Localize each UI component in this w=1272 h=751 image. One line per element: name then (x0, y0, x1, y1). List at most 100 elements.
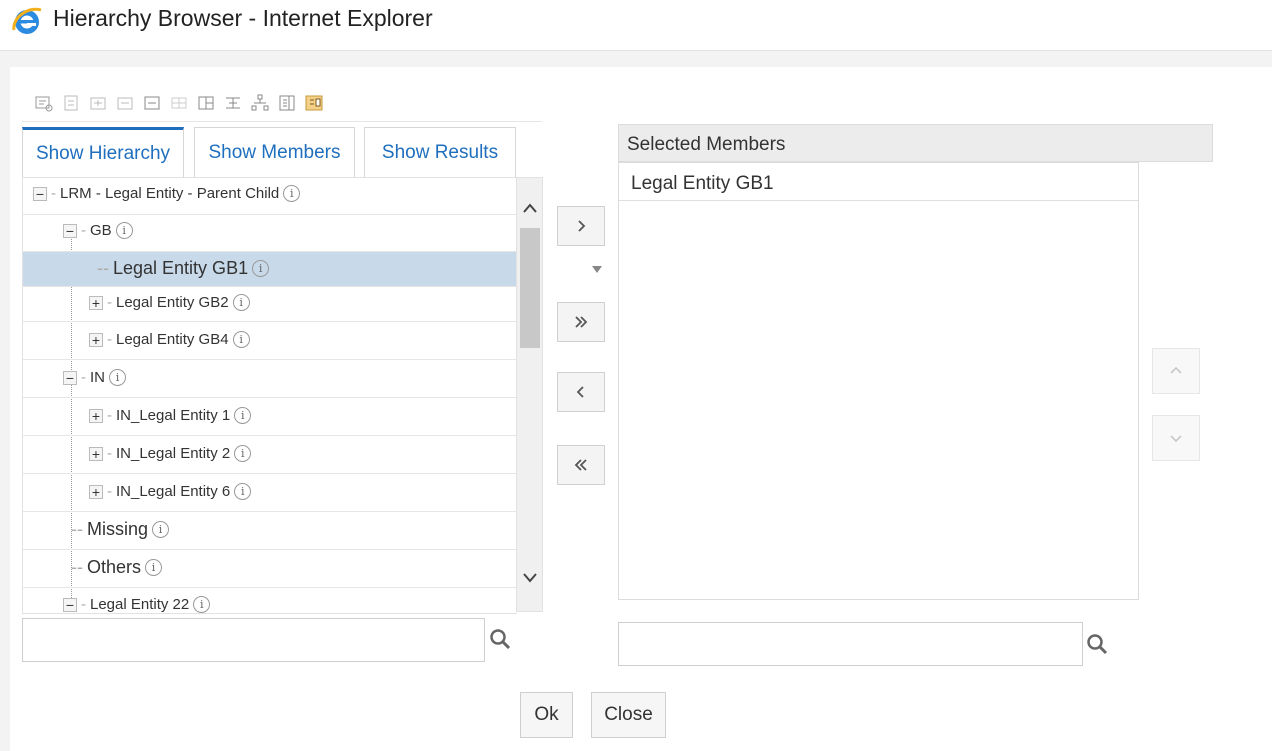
grid-icon[interactable] (169, 93, 189, 113)
move-up-button[interactable] (1152, 348, 1200, 394)
tree-connector: - (107, 407, 112, 424)
info-icon[interactable]: i (109, 369, 126, 386)
tree-scrollbar[interactable] (516, 177, 543, 612)
expand-toggle-icon[interactable]: + (89, 484, 103, 499)
info-icon[interactable]: i (232, 331, 250, 348)
chevron-left-icon (576, 386, 584, 398)
remove-all-button[interactable] (557, 445, 605, 485)
info-icon[interactable]: i (234, 483, 252, 500)
tree-node[interactable]: -- Legal Entity GB1 i (97, 258, 270, 279)
split-view-icon[interactable] (196, 93, 216, 113)
list-detail-icon[interactable] (277, 93, 297, 113)
tree-node-label: Missing (87, 519, 149, 539)
tree-node[interactable]: − - IN i (63, 369, 126, 386)
tree-connector: -- (71, 557, 83, 577)
tree-row[interactable]: − - LRM - Legal Entity - Parent Child i (23, 178, 517, 215)
info-icon[interactable]: i (115, 222, 133, 239)
tree-row[interactable]: -- Others i (23, 550, 517, 588)
info-icon[interactable]: i (283, 185, 301, 202)
search-icon[interactable] (488, 627, 512, 651)
tab-show-hierarchy[interactable]: Show Hierarchy (22, 127, 184, 177)
tree-node[interactable]: + - Legal Entity GB4 i (89, 331, 250, 348)
selected-members-header: Selected Members (618, 124, 1213, 162)
tree-row[interactable]: − - IN i (23, 360, 517, 398)
tree-node[interactable]: + - IN_Legal Entity 6 i (89, 483, 252, 500)
tree-connector: - (51, 185, 56, 202)
collapse-icon[interactable] (61, 93, 81, 113)
collapse-toggle-icon[interactable]: − (63, 223, 77, 238)
scroll-down-icon[interactable] (521, 568, 539, 586)
info-icon[interactable]: i (145, 559, 163, 576)
toolbar-separator (22, 121, 542, 122)
selected-search-input[interactable] (618, 622, 1083, 666)
tree-connector: -- (71, 519, 83, 539)
tree-row[interactable]: + - Legal Entity GB4 i (23, 322, 517, 360)
tree-row[interactable]: + - IN_Legal Entity 2 i (23, 436, 517, 474)
chevron-right-icon (578, 220, 586, 232)
info-icon[interactable]: i (152, 521, 170, 538)
hierarchy-search-input[interactable] (22, 618, 485, 662)
tree-connector: -- (97, 258, 109, 278)
tree-row[interactable]: − - Legal Entity 22 i (23, 588, 517, 613)
info-icon[interactable]: i (252, 260, 270, 277)
window-title: Hierarchy Browser - Internet Explorer (53, 5, 433, 31)
tree-node[interactable]: − - LRM - Legal Entity - Parent Child i (33, 185, 301, 202)
tree-node-label: LRM - Legal Entity - Parent Child (60, 185, 280, 202)
info-icon[interactable]: i (193, 596, 211, 613)
minus-box-icon[interactable] (142, 93, 162, 113)
info-icon[interactable]: i (234, 445, 252, 462)
ie-logo-icon (12, 7, 42, 34)
tree-node[interactable]: + - IN_Legal Entity 2 i (89, 445, 252, 462)
list-item[interactable]: Legal Entity GB1 (619, 163, 1138, 201)
tree-row-selected[interactable]: -- Legal Entity GB1 i (23, 252, 517, 287)
add-selected-button[interactable] (557, 206, 605, 246)
highlight-grid-icon[interactable] (304, 93, 324, 113)
tree-node-label: Others (87, 557, 142, 577)
ok-button[interactable]: Ok (520, 692, 573, 738)
expand-toggle-icon[interactable]: + (89, 332, 103, 347)
tree-row[interactable]: + - IN_Legal Entity 1 i (23, 398, 517, 436)
align-icon[interactable] (223, 93, 243, 113)
tree-node-label: Legal Entity 22 (90, 596, 190, 613)
tree-node[interactable]: -- Missing i (71, 519, 170, 540)
search-icon[interactable] (1085, 632, 1109, 656)
tree-structure-icon[interactable] (250, 93, 270, 113)
remove-selected-button[interactable] (557, 372, 605, 412)
add-all-button[interactable] (557, 302, 605, 342)
tree-node-label: IN_Legal Entity 1 (116, 407, 231, 424)
caret-down-icon (592, 266, 602, 273)
hierarchy-toolbar (34, 92, 324, 114)
expand-toggle-icon[interactable]: + (89, 446, 103, 461)
close-button[interactable]: Close (591, 692, 666, 738)
collapse-branch-icon[interactable] (115, 93, 135, 113)
tree-row[interactable]: -- Missing i (23, 512, 517, 550)
tree-node[interactable]: + - Legal Entity GB2 i (89, 294, 250, 311)
move-down-button[interactable] (1152, 415, 1200, 461)
chevron-down-icon (1170, 435, 1182, 443)
collapse-toggle-icon[interactable]: − (63, 597, 77, 612)
tab-show-results[interactable]: Show Results (364, 127, 516, 177)
tree-connector: - (107, 445, 112, 462)
expand-toggle-icon[interactable]: + (89, 408, 103, 423)
tree-node[interactable]: − - GB i (63, 222, 133, 239)
tree-row[interactable]: + - IN_Legal Entity 6 i (23, 474, 517, 512)
info-icon[interactable]: i (232, 294, 250, 311)
expand-branch-icon[interactable] (88, 93, 108, 113)
tab-show-members[interactable]: Show Members (194, 127, 355, 177)
tree-node[interactable]: -- Others i (71, 557, 163, 578)
tree-row[interactable]: + - Legal Entity GB2 i (23, 287, 517, 322)
collapse-toggle-icon[interactable]: − (33, 186, 47, 201)
tree-connector: - (81, 369, 86, 386)
expand-toggle-icon[interactable]: + (89, 295, 103, 310)
info-icon[interactable]: i (234, 407, 252, 424)
selected-members-list: Legal Entity GB1 (618, 162, 1139, 600)
collapse-toggle-icon[interactable]: − (63, 370, 77, 385)
tree-node[interactable]: − - Legal Entity 22 i (63, 596, 211, 613)
tree-connector: - (81, 596, 86, 613)
scroll-up-icon[interactable] (521, 200, 539, 218)
expand-all-icon[interactable] (34, 93, 54, 113)
scrollbar-thumb[interactable] (520, 228, 540, 348)
tree-node-label: IN_Legal Entity 2 (116, 445, 231, 462)
tree-row[interactable]: − - GB i (23, 215, 517, 252)
tree-node[interactable]: + - IN_Legal Entity 1 i (89, 407, 252, 424)
